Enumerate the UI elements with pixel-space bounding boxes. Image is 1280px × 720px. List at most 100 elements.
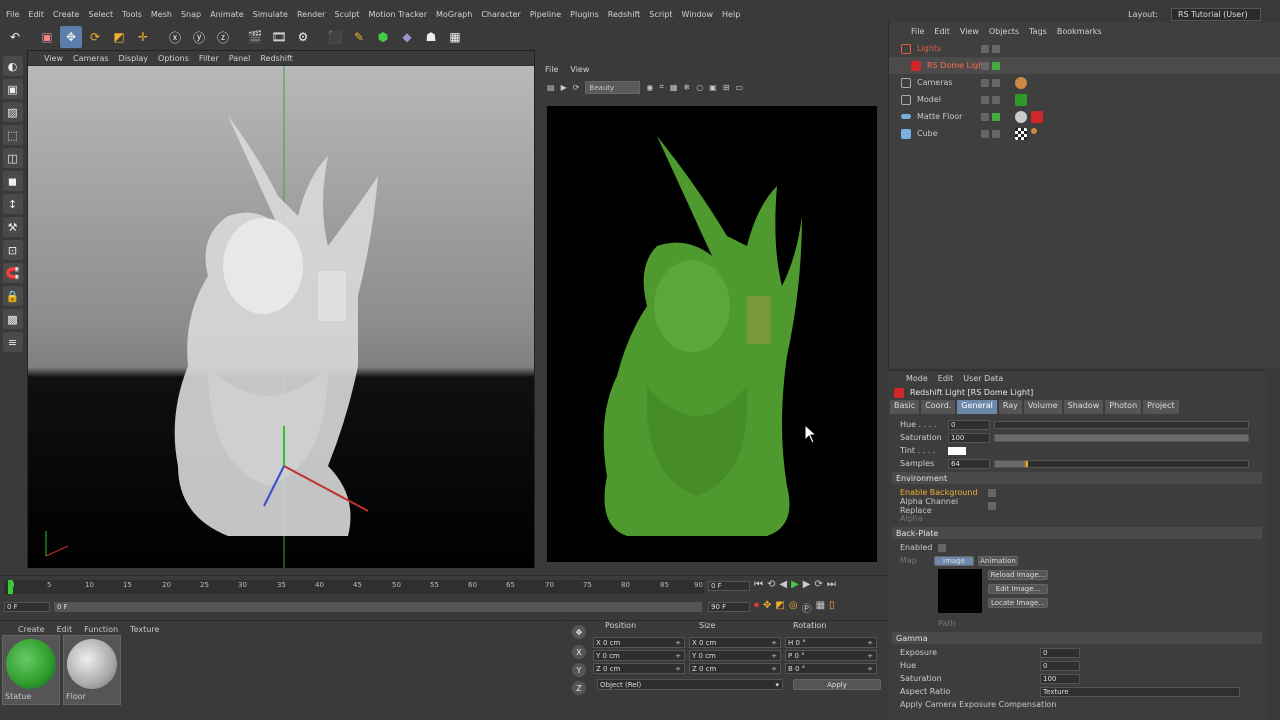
rotation-p-field[interactable]: P 0 ° ÷	[785, 650, 877, 661]
points-mode-icon[interactable]: ⬚	[2, 125, 23, 145]
tab-basic[interactable]: Basic	[890, 400, 920, 414]
gamma-saturation-field[interactable]: 100	[1040, 673, 1080, 684]
snap-icon[interactable]: 🧲	[2, 263, 23, 283]
object-row-cube[interactable]: Cube	[889, 125, 1280, 142]
next-frame-icon[interactable]: ▶	[803, 579, 811, 590]
samples-slider[interactable]	[994, 459, 1249, 468]
menu-plugins[interactable]: Plugins	[570, 10, 599, 19]
layer-icon[interactable]: ≡	[2, 332, 23, 352]
menu-file[interactable]: File	[6, 10, 19, 19]
mat-menu-texture[interactable]: Texture	[130, 625, 159, 634]
edit-image-button[interactable]: Edit Image...	[988, 584, 1048, 594]
rotate-tool-icon[interactable]: ⟳	[84, 26, 106, 48]
om-menu-objects[interactable]: Objects	[989, 27, 1019, 36]
key-scale-icon[interactable]: ◩	[775, 600, 784, 615]
attr-menu-mode[interactable]: Mode	[906, 374, 928, 383]
menu-motion-tracker[interactable]: Motion Tracker	[368, 10, 427, 19]
crop-icon[interactable]: ⌗	[659, 82, 664, 92]
render-view-icon[interactable]: 🎬	[244, 26, 266, 48]
menu-window[interactable]: Window	[681, 10, 713, 19]
save-icon[interactable]: ▣	[709, 83, 717, 92]
material-tag-icon[interactable]	[1015, 110, 1027, 123]
floor-grid-icon[interactable]: ▦	[444, 26, 466, 48]
om-menu-file[interactable]: File	[911, 27, 924, 36]
hue-slider[interactable]	[994, 420, 1249, 429]
pen-icon[interactable]: ✎	[348, 26, 370, 48]
visibility-flag[interactable]	[981, 78, 989, 87]
enable-axis-icon[interactable]: ↕	[2, 194, 23, 214]
key-param-icon[interactable]: Ⓟ	[802, 600, 812, 615]
axis-z-icon[interactable]: ⓩ	[212, 26, 234, 48]
attr-menu-edit[interactable]: Edit	[938, 374, 954, 383]
axis-x-icon[interactable]: ⓧ	[164, 26, 186, 48]
edges-mode-icon[interactable]: ◫	[2, 148, 23, 168]
x-axis-icon[interactable]: X	[572, 645, 586, 659]
model-mode-icon[interactable]: ▣	[2, 79, 23, 99]
grid-icon[interactable]: ▩	[2, 309, 23, 329]
mat-menu-function[interactable]: Function	[84, 625, 118, 634]
menu-mograph[interactable]: MoGraph	[436, 10, 472, 19]
reload-image-button[interactable]: Reload Image...	[988, 570, 1048, 580]
render-menu-file[interactable]: File	[545, 65, 558, 74]
playhead[interactable]	[8, 580, 13, 594]
polygons-mode-icon[interactable]: ◼	[2, 171, 23, 191]
rotation-h-field[interactable]: H 0 ° ÷	[785, 637, 877, 648]
render-flag[interactable]	[992, 78, 1000, 87]
menu-pipeline[interactable]: Pipeline	[530, 10, 561, 19]
play-render-icon[interactable]: ▶	[561, 83, 567, 92]
locate-image-button[interactable]: Locate Image...	[988, 598, 1048, 608]
display-tag-icon[interactable]	[1031, 127, 1037, 134]
make-editable-icon[interactable]: ◐	[2, 56, 23, 76]
layout-dropdown[interactable]: RS Tutorial (User)	[1171, 8, 1261, 21]
move-axis-icon[interactable]: ✥	[572, 625, 586, 639]
go-to-start-icon[interactable]: ⏮	[754, 579, 763, 590]
select-tool-icon[interactable]: ▣	[36, 26, 58, 48]
eye-icon[interactable]: ◉	[646, 83, 653, 92]
add-icon[interactable]: ⊞	[723, 83, 730, 92]
move-tool-icon[interactable]: ✥	[60, 26, 82, 48]
menu-mesh[interactable]: Mesh	[151, 10, 172, 19]
grid-icon[interactable]: ▦	[670, 83, 678, 92]
undo-icon[interactable]: ↶	[4, 26, 26, 48]
visibility-flag[interactable]	[981, 61, 989, 70]
scale-tool-icon[interactable]: ◩	[108, 26, 130, 48]
checker-tag-icon[interactable]	[1015, 127, 1027, 140]
menu-render[interactable]: Render	[297, 10, 325, 19]
axis-y-icon[interactable]: ⓨ	[188, 26, 210, 48]
refresh-icon[interactable]: ⟳	[573, 83, 580, 92]
start-frame-field[interactable]: 0 F	[4, 602, 50, 612]
viewport-canvas[interactable]	[28, 66, 534, 568]
menu-character[interactable]: Character	[481, 10, 521, 19]
object-row-lights[interactable]: Lights	[889, 40, 1280, 57]
render-flag[interactable]	[992, 129, 1000, 138]
image-button[interactable]: Image	[934, 555, 974, 566]
render-canvas[interactable]	[547, 106, 877, 562]
material-statue[interactable]: Statue	[2, 635, 60, 705]
key-rotation-icon[interactable]: ◎	[789, 600, 798, 615]
tab-photon[interactable]: Photon	[1105, 400, 1142, 414]
gamma-hue-field[interactable]: 0	[1040, 660, 1080, 671]
play-icon[interactable]: ▶	[791, 579, 799, 590]
viewport-menu-filter[interactable]: Filter	[199, 54, 219, 63]
backplate-section-header[interactable]: Back-Plate	[892, 527, 1262, 539]
prev-frame-icon[interactable]: ◀	[779, 579, 787, 590]
size-z-field[interactable]: Z 0 cm ÷	[689, 663, 781, 674]
size-x-field[interactable]: X 0 cm ÷	[689, 637, 781, 648]
menu-tools[interactable]: Tools	[122, 10, 142, 19]
render-flag[interactable]	[992, 95, 1000, 104]
animation-button[interactable]: Animation	[978, 555, 1018, 566]
menu-select[interactable]: Select	[88, 10, 113, 19]
render-picture-viewer-icon[interactable]: 🎞	[268, 26, 290, 48]
circle-icon[interactable]: ○	[696, 83, 703, 92]
viewport-menu-view[interactable]: View	[44, 54, 63, 63]
object-row-model[interactable]: Model	[889, 91, 1280, 108]
object-row-cameras[interactable]: Cameras	[889, 74, 1280, 91]
go-to-end-icon[interactable]: ⏭	[827, 579, 836, 590]
position-z-field[interactable]: Z 0 cm ÷	[593, 663, 685, 674]
visibility-flag[interactable]	[981, 95, 989, 104]
exposure-field[interactable]: 0	[1040, 647, 1080, 658]
deformer-icon[interactable]: ◆	[396, 26, 418, 48]
check-flag[interactable]	[992, 61, 1000, 70]
render-pass-dropdown[interactable]: Beauty	[585, 80, 641, 94]
check-flag[interactable]	[992, 112, 1000, 121]
